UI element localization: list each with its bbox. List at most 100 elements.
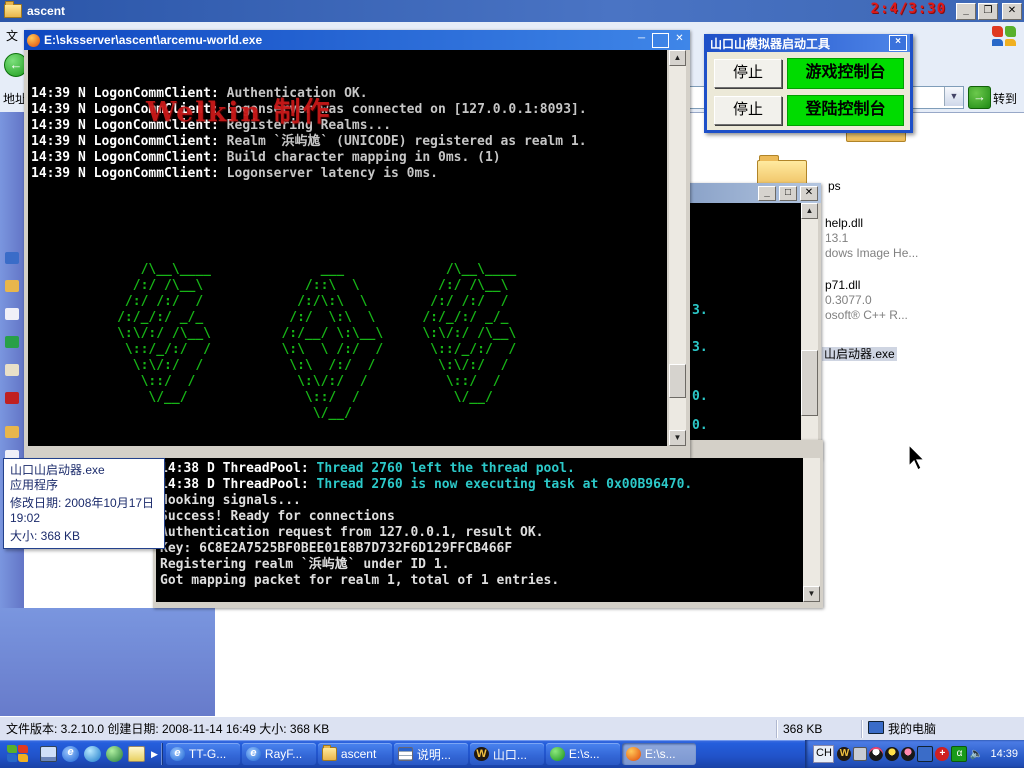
- console-line-fragment: 3.: [692, 303, 708, 319]
- file-description: osoft® C++ R...: [825, 308, 908, 323]
- camera-tray-icon[interactable]: [853, 747, 867, 761]
- system-tray: CH W +α🔈 14:39: [805, 740, 1024, 768]
- minimize-button[interactable]: _: [956, 3, 976, 20]
- go-arrow-icon: →: [973, 89, 986, 104]
- console-window-right: _ □ ✕ 3.3.0.0.0. ▲ ▼: [687, 183, 821, 460]
- login-console-button[interactable]: 登陆控制台: [787, 95, 904, 126]
- media-quick-launch-icon[interactable]: [106, 746, 123, 762]
- taskbar-button-es[interactable]: E:\s...: [546, 743, 620, 765]
- file-tile[interactable]: p71.dll 0.3077.0 osoft® C++ R...: [825, 278, 908, 323]
- console-world-titlebar[interactable]: E:\sksserver\ascent\arcemu-world.exe ─ ✕: [24, 30, 690, 50]
- image-quick-launch-icon[interactable]: [128, 746, 145, 762]
- task-label: ascent: [341, 747, 376, 761]
- menu-file[interactable]: 文: [6, 27, 18, 44]
- ie-quick-launch-icon[interactable]: e: [62, 746, 79, 762]
- file-version: 13.1: [825, 231, 918, 246]
- close-button[interactable]: ✕: [800, 186, 818, 201]
- taskbar-button-ascent[interactable]: ascent: [318, 743, 392, 765]
- scroll-down-icon[interactable]: ▼: [669, 430, 686, 446]
- scroll-up-icon[interactable]: ▲: [669, 50, 686, 66]
- qq2-tray-icon[interactable]: [885, 747, 899, 761]
- tray-icons: W +α🔈: [837, 746, 983, 762]
- tasks-pane-icon[interactable]: [5, 308, 19, 320]
- sec-tray-icon[interactable]: +: [935, 747, 949, 761]
- scroll-down-icon[interactable]: ▼: [803, 586, 820, 602]
- close-button[interactable]: ✕: [1002, 3, 1022, 20]
- console-log-line: Key: 6C8E2A7525BF0BEE01E8B7D732F6D129FFC…: [160, 541, 803, 557]
- minimize-button[interactable]: ─: [634, 33, 649, 46]
- taskbar-button-ttg[interactable]: eTT-G...: [166, 743, 240, 765]
- tasks-pane-icon[interactable]: [5, 336, 19, 348]
- console-world-output: 14:39 N LogonCommClient: Authentication …: [28, 50, 667, 446]
- console-line-fragment: 0.: [692, 389, 708, 405]
- stop-login-button[interactable]: 停止: [714, 96, 782, 125]
- tasks-pane-icon[interactable]: [5, 280, 19, 292]
- tool-window-titlebar[interactable]: 山口山模拟器启动工具 ×: [707, 34, 910, 52]
- console-log-line: Authentication request from 127.0.0.1, r…: [160, 525, 803, 541]
- file-name: help.dll: [825, 216, 918, 231]
- green-icon: [550, 747, 565, 761]
- tasks-pane-icon[interactable]: [5, 426, 19, 438]
- go-label[interactable]: 转到: [993, 90, 1017, 107]
- scrollbar[interactable]: ▲ ▼: [669, 50, 686, 446]
- status-size: 368 KB: [777, 720, 862, 738]
- console-log-line: 14:39 N LogonCommClient: Logonserver was…: [31, 102, 667, 118]
- console-log-line: 14:39 N LogonCommClient: Logonserver lat…: [31, 166, 667, 182]
- explorer-statusbar: 文件版本: 3.2.10.0 创建日期: 2008-11-14 16:49 大小…: [0, 716, 1024, 741]
- console-right-titlebar[interactable]: _ □ ✕: [687, 183, 821, 203]
- taskbar-clock[interactable]: 14:39: [990, 748, 1018, 760]
- quick-launch-overflow-icon[interactable]: ▶: [151, 749, 158, 760]
- wow-tray-icon[interactable]: W: [837, 747, 851, 761]
- taskbar-button-rayf[interactable]: eRayF...: [242, 743, 316, 765]
- close-icon[interactable]: ×: [889, 35, 907, 51]
- explorer-caption-buttons: _ ❐ ✕: [956, 3, 1022, 20]
- console-log-line: 14:39 N LogonCommClient: Build character…: [31, 150, 667, 166]
- taskbar-button-es[interactable]: E:\s...: [622, 743, 696, 765]
- file-label-fragment: ps: [828, 179, 841, 193]
- task-label: E:\s...: [645, 747, 676, 761]
- go-button[interactable]: →: [968, 86, 991, 109]
- av-tray-icon[interactable]: α: [951, 746, 967, 762]
- msn-quick-launch-icon[interactable]: [84, 746, 101, 762]
- close-button[interactable]: ✕: [672, 33, 687, 46]
- console-log-line: 14:39 N LogonCommClient: Authentication …: [31, 86, 667, 102]
- tooltip-size: 大小: 368 KB: [10, 529, 158, 544]
- scrollbar[interactable]: ▲ ▼: [801, 203, 818, 456]
- scrollbar-thumb[interactable]: [801, 350, 818, 416]
- tasks-pane-icon[interactable]: [5, 252, 19, 264]
- maximize-button[interactable]: □: [779, 186, 797, 201]
- notepad-icon: [398, 747, 413, 761]
- minimize-button[interactable]: _: [758, 186, 776, 201]
- game-console-button[interactable]: 游戏控制台: [787, 58, 904, 89]
- taskbar-button-[interactable]: W山口...: [470, 743, 544, 765]
- tasks-pane-icon[interactable]: [5, 364, 19, 376]
- stop-game-button[interactable]: 停止: [714, 59, 782, 88]
- tooltip-filename: 山口山启动器.exe: [10, 463, 158, 478]
- scroll-up-icon[interactable]: ▲: [801, 203, 818, 219]
- start-button[interactable]: [6, 744, 30, 764]
- qq3-tray-icon[interactable]: [901, 747, 915, 761]
- vol-tray-icon[interactable]: 🔈: [969, 747, 983, 761]
- scrollbar-thumb[interactable]: [669, 364, 686, 398]
- taskbar-separator: [161, 743, 162, 765]
- net-tray-icon[interactable]: [917, 746, 933, 762]
- scrollbar[interactable]: ▼: [803, 458, 820, 602]
- file-tile-selected[interactable]: 山启动器.exe: [822, 345, 897, 363]
- tasks-pane-icon[interactable]: [5, 392, 19, 404]
- console-log-line: Registering realm `浜屿尯` under ID 1.: [160, 557, 803, 573]
- qq1-tray-icon[interactable]: [869, 747, 883, 761]
- language-indicator[interactable]: CH: [813, 745, 834, 763]
- taskbar-button-[interactable]: 说明...: [394, 743, 468, 765]
- console-line-fragment: 3.: [692, 340, 708, 356]
- file-tile[interactable]: help.dll 13.1 dows Image He...: [825, 216, 918, 261]
- status-file-version: 文件版本: 3.2.10.0 创建日期: 2008-11-14 16:49 大小…: [0, 720, 777, 738]
- chevron-down-icon[interactable]: ▼: [944, 87, 963, 106]
- maximize-button[interactable]: [652, 33, 669, 48]
- desktop-quick-launch-icon[interactable]: [40, 746, 57, 762]
- restore-button[interactable]: ❐: [978, 3, 998, 20]
- status-zone: 我的电脑: [862, 720, 1024, 738]
- my-computer-icon: [868, 721, 884, 734]
- file-name: 山启动器.exe: [822, 347, 897, 361]
- mouse-cursor: [908, 444, 930, 474]
- orange-icon: [626, 747, 641, 761]
